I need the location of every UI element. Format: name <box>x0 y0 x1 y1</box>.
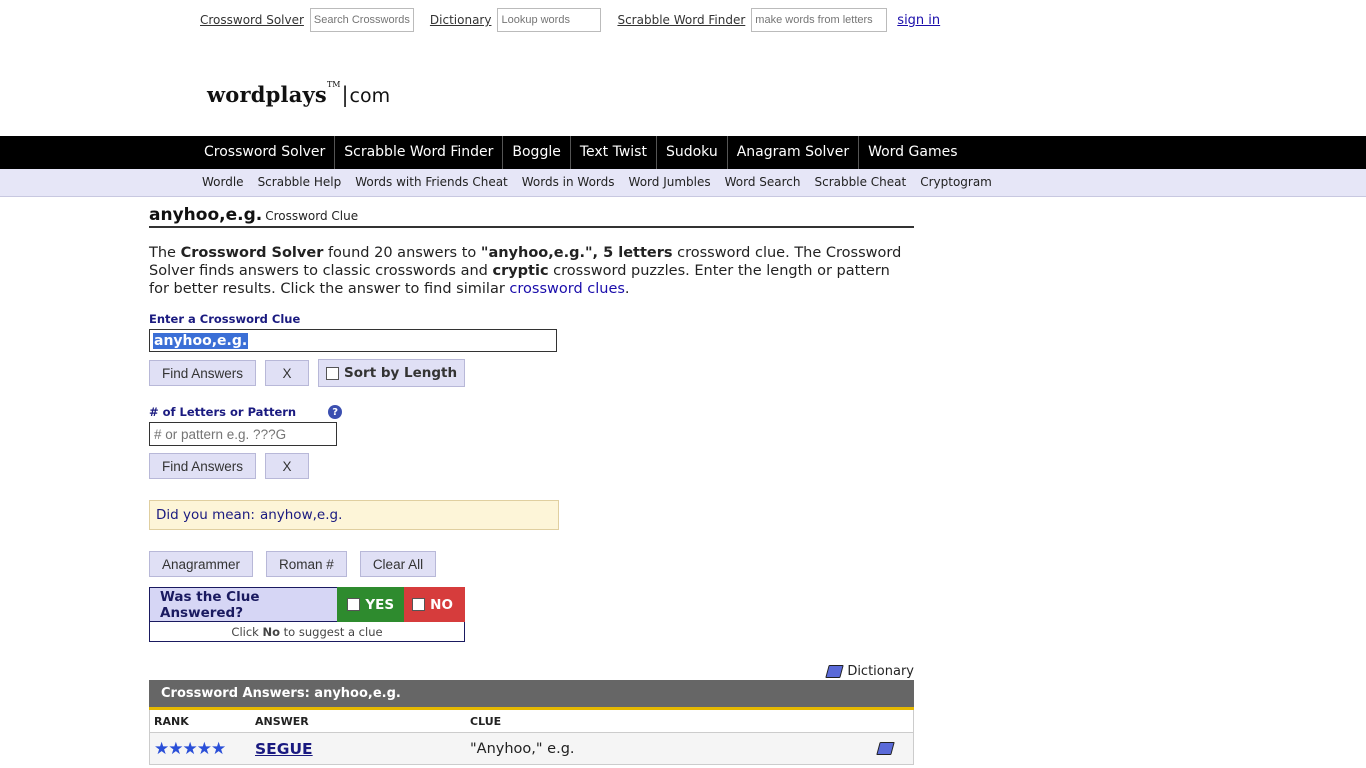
crossword-solver-link[interactable]: Crossword Solver <box>200 13 304 27</box>
pattern-label: # of Letters or Pattern <box>149 405 297 419</box>
crossword-search-input[interactable] <box>309 8 414 32</box>
yes-button[interactable]: YES <box>337 587 405 622</box>
pattern-button-row: Find Answers X <box>149 453 914 479</box>
rank-stars-icon: ★★★★★ <box>154 738 226 759</box>
subnav-words-in-words[interactable]: Words in Words <box>515 169 622 196</box>
subnav-wordle[interactable]: Wordle <box>195 169 251 196</box>
subnav-scrabble-help[interactable]: Scrabble Help <box>251 169 349 196</box>
sort-label: Sort by Length <box>344 365 458 381</box>
nav-scrabble-word-finder[interactable]: Scrabble Word Finder <box>335 136 504 169</box>
clear-all-button[interactable]: Clear All <box>359 551 437 577</box>
help-icon[interactable]: ? <box>328 405 343 419</box>
subnav-word-jumbles[interactable]: Word Jumbles <box>622 169 718 196</box>
intro-part: The <box>149 245 181 261</box>
clear-pattern-button[interactable]: X <box>265 453 310 479</box>
clue-answered-widget: Was the Clue Answered? YES NO Click No t… <box>149 587 465 642</box>
intro-part: . <box>624 281 630 297</box>
nav-boggle[interactable]: Boggle <box>503 136 571 169</box>
roman-numeral-button[interactable]: Roman # <box>266 551 347 577</box>
yes-label: YES <box>365 596 395 613</box>
sign-in-link[interactable]: sign in <box>897 13 940 28</box>
book-icon <box>825 665 845 678</box>
main-content: anyhoo,e.g. Crossword Clue The Crossword … <box>149 205 914 765</box>
no-label: NO <box>430 596 453 613</box>
nav-text-twist[interactable]: Text Twist <box>571 136 657 169</box>
logo-tld: com <box>349 85 391 107</box>
clue-button-row: Find Answers X Sort by Length <box>149 359 914 387</box>
logo-name: wordplays <box>207 82 327 107</box>
nav-crossword-solver[interactable]: Crossword Solver <box>195 136 336 169</box>
no-checkbox[interactable] <box>412 598 426 611</box>
dictionary-toggle-label: Dictionary <box>847 664 914 679</box>
subnav-cryptogram[interactable]: Cryptogram <box>913 169 999 196</box>
hint-bold: No <box>262 624 281 639</box>
crossword-clues-link[interactable]: crossword clues <box>509 281 625 297</box>
page-title-row: anyhoo,e.g. Crossword Clue <box>149 205 914 228</box>
site-logo[interactable]: wordplaysTM|com <box>207 80 391 107</box>
sort-checkbox[interactable] <box>326 366 340 380</box>
intro-part: found 20 answers to <box>323 245 481 261</box>
intro-text: The Crossword Solver found 20 answers to… <box>149 244 914 298</box>
col-answer: ANSWER <box>255 714 309 728</box>
logo-tm: TM <box>326 80 341 89</box>
did-you-mean-box: Did you mean: anyhow,e.g. <box>149 500 559 530</box>
hint-part: Click <box>231 624 259 639</box>
clue-input-value: anyhoo,e.g. <box>153 332 249 349</box>
anagrammer-button[interactable]: Anagrammer <box>149 551 254 577</box>
clear-clue-button[interactable]: X <box>265 360 310 386</box>
subnav-scrabble-cheat[interactable]: Scrabble Cheat <box>808 169 914 196</box>
pattern-label-row: # of Letters or Pattern ? <box>149 405 914 419</box>
scrabble-letters-input[interactable] <box>751 8 888 32</box>
clue-input[interactable]: anyhoo,e.g. <box>149 329 557 352</box>
results-table: Crossword Answers: anyhoo,e.g. RANK ANSW… <box>149 680 914 765</box>
main-nav: Crossword Solver Scrabble Word Finder Bo… <box>0 136 1366 169</box>
nav-sudoku[interactable]: Sudoku <box>657 136 728 169</box>
subnav-words-with-friends-cheat[interactable]: Words with Friends Cheat <box>348 169 515 196</box>
did-you-mean-suggestion-link[interactable]: anyhow,e.g. <box>260 507 342 523</box>
page-subtitle: Crossword Clue <box>265 209 359 223</box>
clue-answered-question: Was the Clue Answered? <box>149 587 338 622</box>
book-icon[interactable] <box>876 742 895 755</box>
find-answers-button[interactable]: Find Answers <box>149 360 257 386</box>
intro-bold: "anyhoo,e.g.", 5 letters <box>480 245 673 261</box>
clue-label: Enter a Crossword Clue <box>149 312 301 326</box>
no-button[interactable]: NO <box>404 587 465 622</box>
col-rank: RANK <box>154 714 189 728</box>
logo-separator: | <box>341 83 349 107</box>
dictionary-toggle[interactable]: Dictionary <box>825 664 914 679</box>
answer-link[interactable]: SEGUE <box>255 740 313 758</box>
intro-bold: Crossword Solver <box>180 245 324 261</box>
tool-buttons: Anagrammer Roman # Clear All <box>149 551 914 577</box>
col-clue: CLUE <box>470 714 502 728</box>
dictionary-link[interactable]: Dictionary <box>430 13 492 27</box>
table-row: ★★★★★ SEGUE "Anyhoo," e.g. <box>149 732 914 765</box>
intro-bold: cryptic <box>492 263 549 279</box>
sub-nav: Wordle Scrabble Help Words with Friends … <box>0 169 1366 197</box>
nav-anagram-solver[interactable]: Anagram Solver <box>728 136 860 169</box>
did-you-mean-label: Did you mean: <box>156 507 255 523</box>
dictionary-lookup-input[interactable] <box>497 8 602 32</box>
nav-word-games[interactable]: Word Games <box>859 136 966 169</box>
pattern-find-answers-button[interactable]: Find Answers <box>149 453 257 479</box>
top-search-bar: Crossword Solver Dictionary Scrabble Wor… <box>200 8 940 32</box>
scrabble-word-finder-link[interactable]: Scrabble Word Finder <box>617 13 745 27</box>
suggest-clue-hint: Click No to suggest a clue <box>149 622 465 642</box>
results-header: Crossword Answers: anyhoo,e.g. <box>149 680 914 710</box>
pattern-input[interactable] <box>149 422 337 446</box>
sort-by-length-toggle[interactable]: Sort by Length <box>318 359 466 387</box>
clue-text: "Anyhoo," e.g. <box>470 740 575 757</box>
page-title: anyhoo,e.g. <box>149 205 263 225</box>
yes-checkbox[interactable] <box>347 598 361 611</box>
results-columns: RANK ANSWER CLUE <box>149 710 914 732</box>
hint-part: to suggest a clue <box>283 624 383 639</box>
subnav-word-search[interactable]: Word Search <box>718 169 808 196</box>
